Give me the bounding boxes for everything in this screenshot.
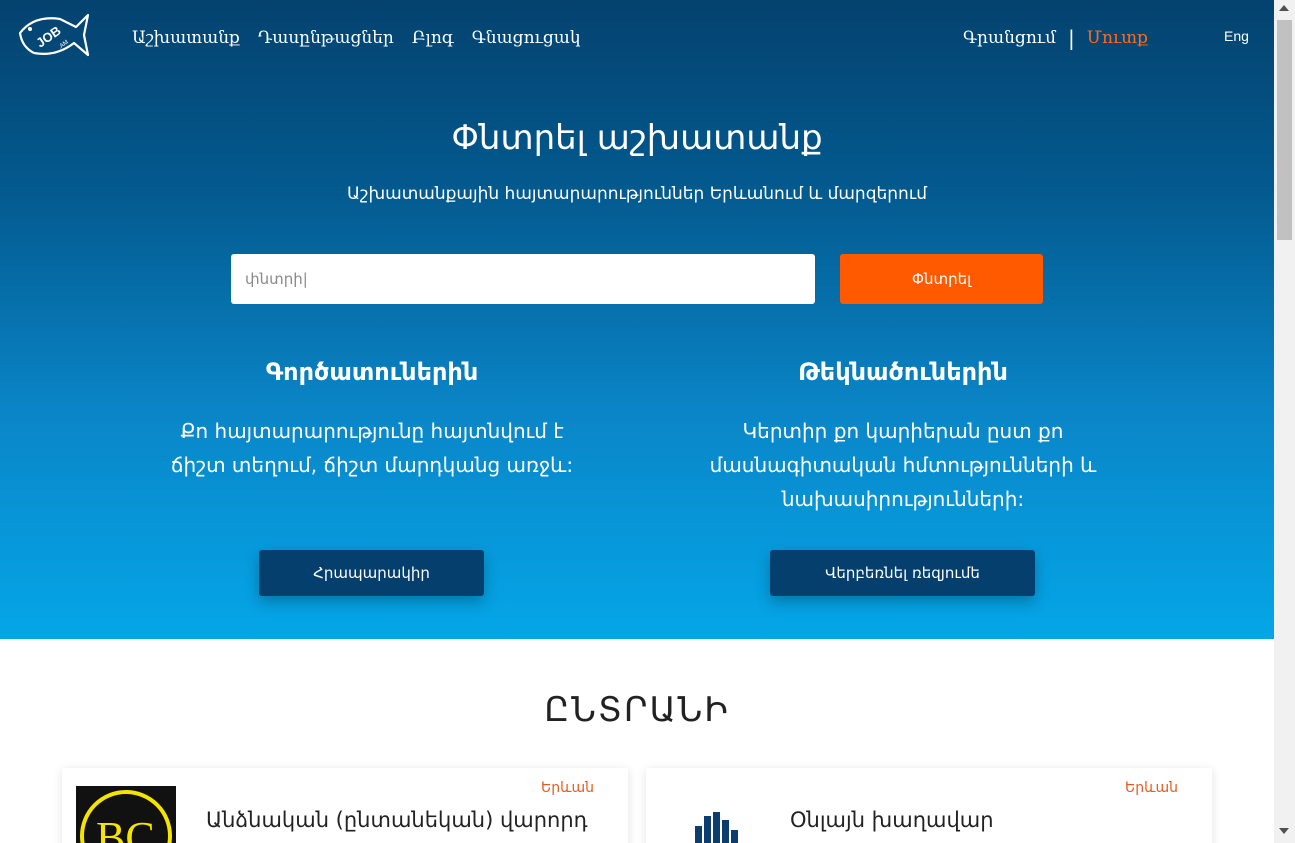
- job-card[interactable]: BC Երևան Անձնական (ընտանեկան) վարորդ: [62, 768, 628, 843]
- page: JOB .AM Աշխատանք Դասընթացներ Բլոգ Գնացու…: [0, 0, 1274, 843]
- nav-item-courses[interactable]: Դասընթացներ: [258, 26, 394, 50]
- main-nav: Աշխատանք Դասընթացներ Բլոգ Գնացուցակ: [132, 26, 599, 50]
- employers-title: Գործատուներին: [265, 358, 479, 386]
- hero-title: Փնտրել աշխատանք: [451, 118, 823, 158]
- buildings-icon: [695, 812, 738, 843]
- job-city: Երևան: [1125, 780, 1178, 796]
- search-button[interactable]: Փնտրել: [840, 254, 1043, 304]
- svg-text:BC: BC: [96, 813, 155, 843]
- scrollbar-thumb[interactable]: [1277, 20, 1292, 240]
- nav-item-blog[interactable]: Բլոգ: [412, 26, 454, 50]
- company-logo: BC: [76, 786, 176, 843]
- employers-block: Գործատուներին Քո հայտարարությունը հայտնվ…: [162, 352, 582, 482]
- job-title[interactable]: Օնլայն խաղավար: [790, 808, 994, 832]
- vertical-scrollbar[interactable]: [1274, 0, 1295, 843]
- candidates-block: Թեկնածուներին Կերտիր քո կարիերան ըստ քո …: [693, 352, 1113, 516]
- featured-title: ԸՆՏՐԱՆԻ: [544, 690, 730, 730]
- employers-text: Քո հայտարարությունը հայտնվում է ճիշտ տեղ…: [170, 419, 574, 477]
- login-link[interactable]: Մուտք: [1087, 26, 1148, 50]
- upload-resume-button[interactable]: Վերբեռնել ռեզյումե: [770, 550, 1035, 596]
- scroll-up-icon[interactable]: [1279, 5, 1289, 11]
- candidates-title: Թեկնածուներին: [798, 358, 1008, 386]
- scroll-down-icon[interactable]: [1279, 828, 1289, 834]
- auth-separator: |: [1068, 26, 1075, 50]
- hero-section: JOB .AM Աշխատանք Դասընթացներ Բլոգ Գնացու…: [0, 0, 1274, 639]
- publish-button[interactable]: Հրապարակիր: [259, 550, 484, 596]
- job-title[interactable]: Անձնական (ընտանեկան) վարորդ: [206, 808, 588, 832]
- search-input[interactable]: [231, 254, 815, 304]
- nav-item-jobs[interactable]: Աշխատանք: [132, 26, 240, 50]
- signup-link[interactable]: Գրանցում: [963, 26, 1056, 50]
- site-logo[interactable]: JOB .AM: [16, 11, 90, 61]
- hero-subtitle: Աշխատանքային հայտարարություններ Երևանում…: [347, 184, 927, 204]
- language-switch[interactable]: Eng: [1224, 28, 1249, 44]
- nav-item-pricing[interactable]: Գնացուցակ: [472, 26, 581, 50]
- candidates-text: Կերտիր քո կարիերան ըստ քո մասնագիտական հ…: [709, 419, 1097, 511]
- job-card[interactable]: Երևան Օնլայն խաղավար: [646, 768, 1212, 843]
- auth-links: Գրանցում | Մուտք: [963, 26, 1148, 50]
- fish-logo-icon: JOB .AM: [18, 13, 90, 57]
- job-city: Երևան: [541, 780, 594, 796]
- company-logo: [660, 786, 760, 843]
